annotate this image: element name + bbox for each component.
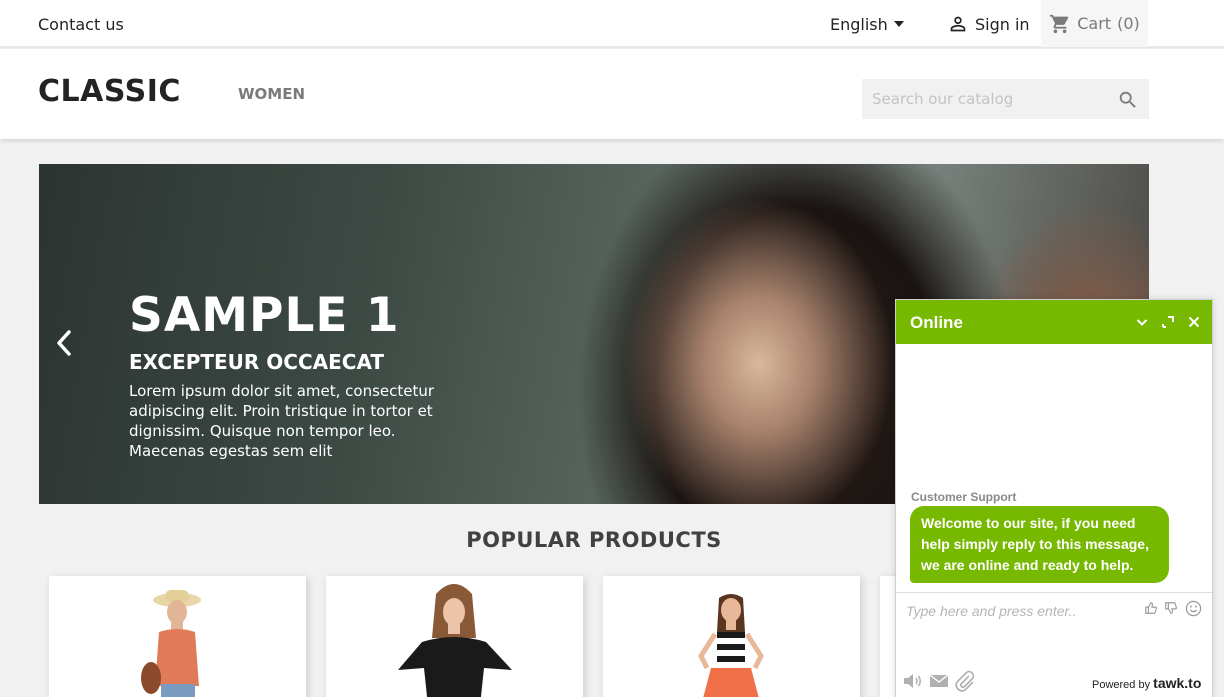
- contact-us-link[interactable]: Contact us: [38, 15, 124, 34]
- chat-header[interactable]: Online: [896, 300, 1212, 344]
- popout-icon[interactable]: [1160, 314, 1176, 330]
- slide-subtitle: EXCEPTEUR OCCAECAT: [129, 350, 385, 374]
- product-image: [326, 576, 583, 697]
- chat-status: Online: [910, 313, 963, 332]
- chat-divider: [896, 592, 1212, 593]
- powered-by[interactable]: Powered by tawk.to: [1092, 675, 1201, 691]
- language-label: English: [830, 15, 888, 34]
- search-icon[interactable]: [1117, 89, 1139, 111]
- chat-input[interactable]: [906, 600, 1136, 622]
- search-input[interactable]: [862, 79, 1112, 119]
- thumbs-down-icon[interactable]: [1164, 601, 1178, 615]
- attachment-icon[interactable]: [954, 670, 976, 692]
- chevron-down-icon[interactable]: [1134, 314, 1150, 330]
- cart-icon: [1050, 14, 1069, 33]
- cart-button[interactable]: Cart (0): [1041, 0, 1148, 47]
- user-icon: [950, 16, 966, 32]
- product-card[interactable]: [326, 576, 583, 697]
- product-card[interactable]: [49, 576, 306, 697]
- caret-down-icon: [893, 20, 904, 27]
- sign-in-link[interactable]: Sign in: [947, 13, 1030, 35]
- language-selector[interactable]: English: [830, 15, 904, 34]
- site-header: CLASSIC WOMEN: [0, 49, 1224, 139]
- cart-label: Cart: [1077, 14, 1112, 33]
- product-image: [49, 576, 306, 697]
- powered-by-label: Powered by: [1092, 679, 1151, 691]
- close-icon[interactable]: [1186, 314, 1202, 330]
- tawk-brand: tawk.to: [1153, 675, 1202, 691]
- slide-title: SAMPLE 1: [129, 288, 400, 343]
- cart-count: (0): [1117, 14, 1140, 33]
- search-bar: [862, 79, 1149, 119]
- speaker-icon[interactable]: [902, 671, 924, 691]
- sign-in-label: Sign in: [975, 14, 1030, 34]
- thumbs-up-icon[interactable]: [1144, 601, 1158, 615]
- emoji-icon[interactable]: [1185, 600, 1202, 617]
- chat-message: Welcome to our site, if you need help si…: [910, 506, 1169, 583]
- menu-item-women[interactable]: WOMEN: [238, 85, 305, 103]
- email-icon[interactable]: [929, 673, 949, 689]
- chevron-left-icon[interactable]: [54, 328, 74, 358]
- chat-widget: Online Customer Support Welcome to our s…: [895, 299, 1213, 697]
- top-nav: Contact us English Sign in Cart (0): [0, 0, 1224, 48]
- product-image: [603, 576, 860, 697]
- product-card[interactable]: [603, 576, 860, 697]
- site-logo[interactable]: CLASSIC: [38, 74, 181, 109]
- agent-name: Customer Support: [911, 490, 1017, 504]
- slide-description: Lorem ipsum dolor sit amet, consectetur …: [129, 382, 435, 460]
